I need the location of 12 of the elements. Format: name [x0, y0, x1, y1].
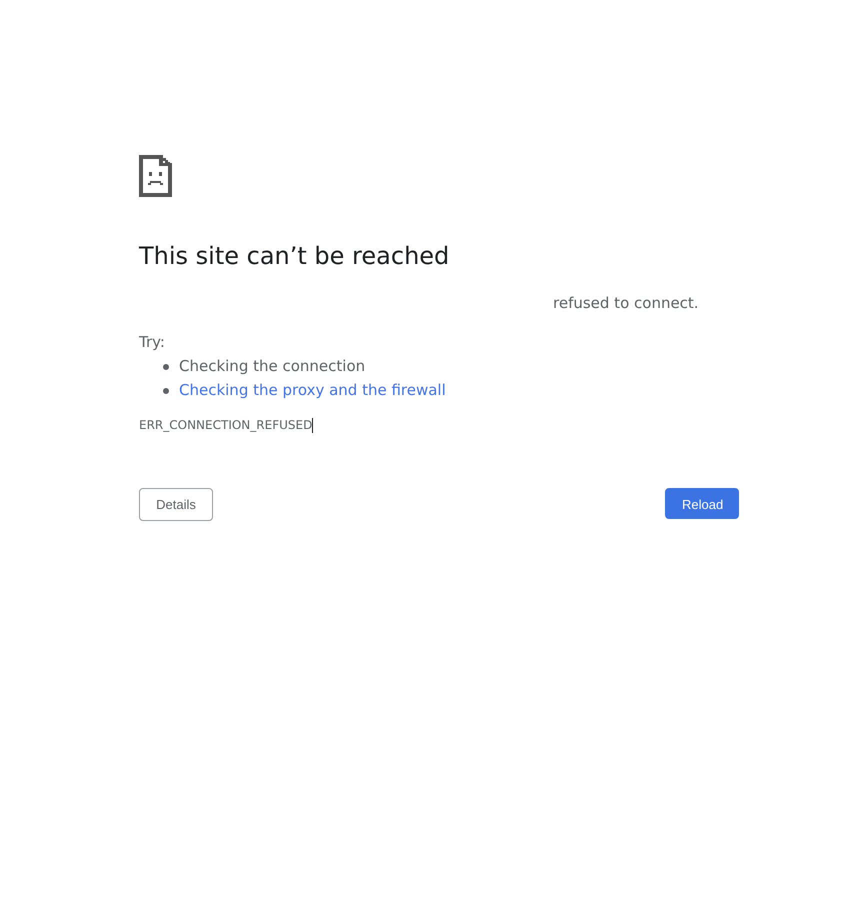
bullet-icon	[163, 388, 169, 394]
reload-button[interactable]: Reload	[665, 488, 739, 519]
error-message: refused to connect.	[553, 293, 699, 314]
suggestion-text: Checking the connection	[179, 356, 366, 377]
details-button[interactable]: Details	[139, 488, 213, 521]
error-code: ERR_CONNECTION_REFUSED	[139, 417, 312, 433]
suggestions-label: Try:	[139, 332, 165, 353]
bullet-icon	[163, 364, 169, 370]
text-cursor-icon	[312, 418, 314, 432]
suggestion-link[interactable]: Checking the proxy and the firewall	[179, 378, 446, 402]
page-heading: This site can’t be reached	[139, 241, 450, 271]
sad-page-icon	[139, 155, 172, 197]
